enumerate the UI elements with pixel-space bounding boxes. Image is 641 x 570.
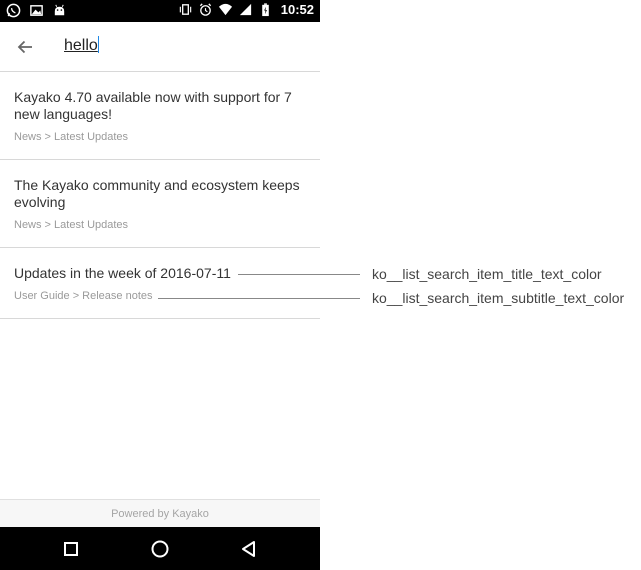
search-result-item[interactable]: The Kayako community and ecosystem keeps… [0,160,320,248]
subtitle-color-callout-line [158,298,360,299]
title-color-callout-line [238,274,360,275]
circle-icon [151,540,169,558]
status-time: 10:52 [280,2,314,17]
signal-icon [238,2,253,17]
alarm-icon [198,2,213,17]
subtitle-color-callout-label: ko__list_search_item_subtitle_text_color [372,290,625,306]
triangle-back-icon [242,541,255,557]
result-subtitle: User Guide > Release notes [14,290,153,302]
search-result-item[interactable]: Kayako 4.70 available now with support f… [0,72,320,160]
footer-text: Powered by Kayako [111,508,209,520]
status-bar: 10:52 [0,0,320,22]
whatsapp-icon [6,3,21,18]
text-caret [97,36,99,53]
search-input[interactable]: hello [64,36,99,55]
home-button[interactable] [148,537,172,561]
arrow-left-icon [17,40,32,54]
search-result-item[interactable]: Updates in the week of 2016-07-11 User G… [0,248,320,319]
search-query-text: hello [64,37,98,54]
search-bar: hello [0,22,320,72]
android-icon [52,3,67,18]
back-button[interactable] [12,34,38,60]
back-nav-button[interactable] [237,537,261,561]
result-subtitle: News > Latest Updates [14,131,129,143]
title-color-callout-label: ko__list_search_item_title_text_color [372,266,602,282]
square-icon [64,542,78,556]
vibrate-icon [178,2,193,17]
wifi-icon [218,2,233,17]
result-subtitle: News > Latest Updates [14,219,129,231]
result-title: Kayako 4.70 available now with support f… [14,89,292,122]
powered-by-footer: Powered by Kayako [0,499,320,528]
battery-icon [258,2,273,17]
navigation-bar [0,527,320,570]
phone-screen: 10:52 hello Kayako 4.70 available now wi… [0,0,320,570]
result-title: The Kayako community and ecosystem keeps… [14,177,300,210]
recent-apps-button[interactable] [59,537,83,561]
image-icon [29,3,44,18]
